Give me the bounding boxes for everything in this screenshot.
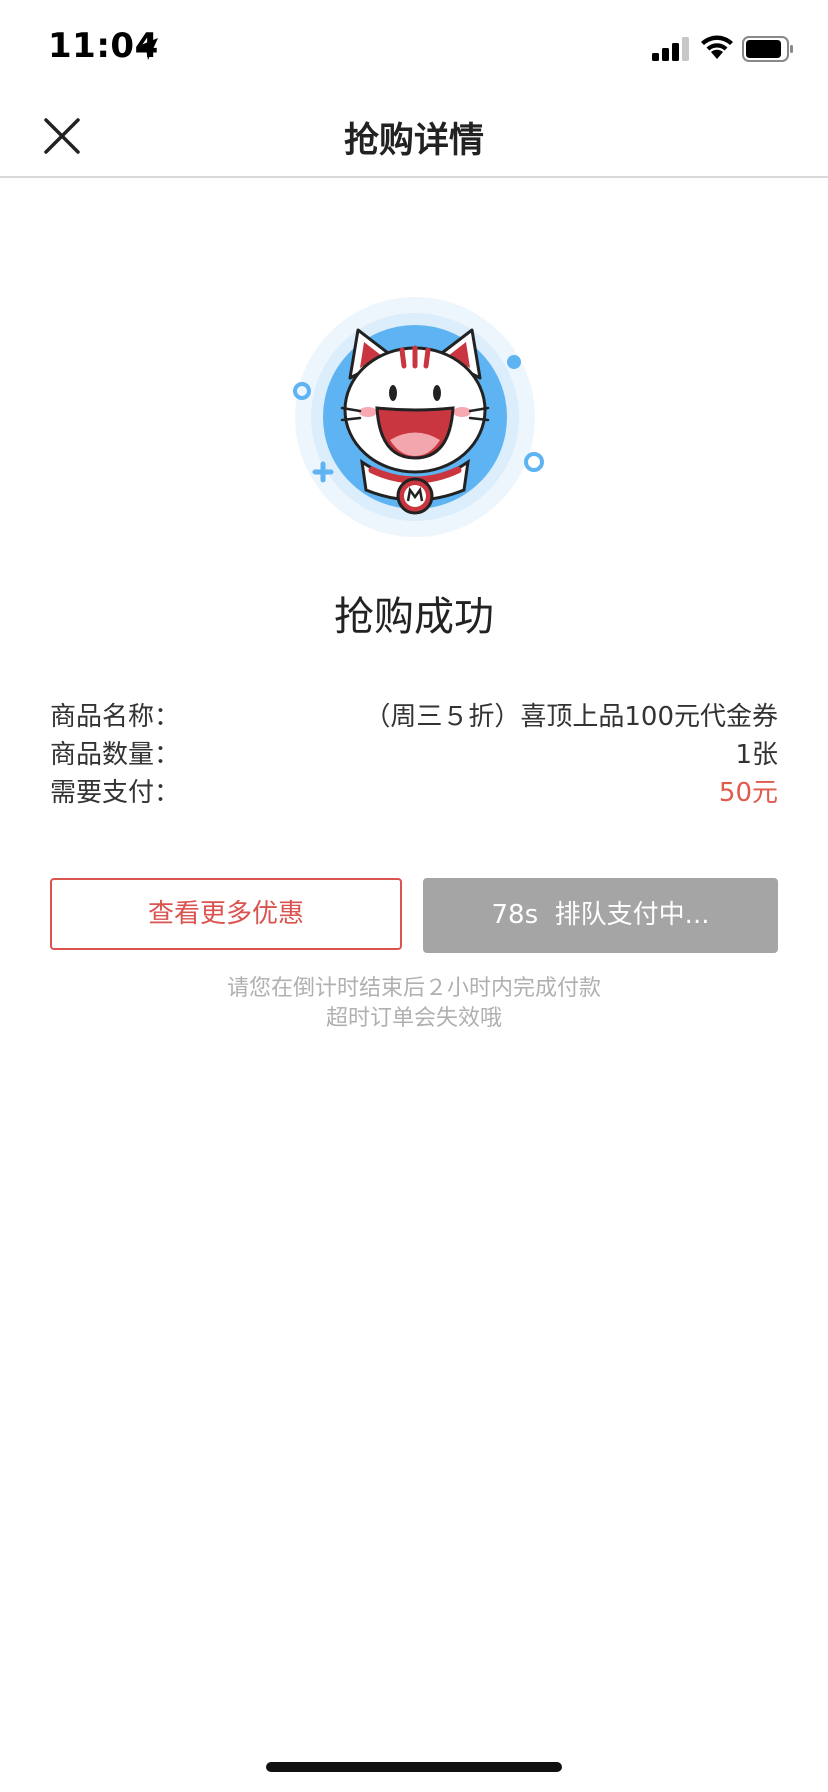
detail-row-quantity: 商品数量： 1张 bbox=[50, 734, 778, 772]
status-bar: 11:04 bbox=[0, 0, 828, 100]
nav-bar: 抢购详情 bbox=[0, 100, 828, 178]
more-offers-button[interactable]: 查看更多优惠 bbox=[50, 878, 402, 950]
payment-hint-line1: 请您在倒计时结束后２小时内完成付款 bbox=[226, 976, 601, 1001]
detail-label: 商品名称： bbox=[50, 702, 181, 732]
home-indicator[interactable] bbox=[266, 1762, 562, 1772]
detail-value: （周三５折）喜顶上品100元代金券 bbox=[364, 702, 778, 732]
wifi-icon bbox=[701, 35, 733, 59]
payment-hint: 请您在倒计时结束后２小时内完成付款 超时订单会失效哦 bbox=[0, 974, 828, 1034]
price-value: 50元 bbox=[718, 778, 778, 808]
location-arrow-icon bbox=[136, 38, 158, 60]
detail-label: 商品数量： bbox=[50, 740, 181, 770]
queue-pay-button[interactable]: 78s 排队支付中... bbox=[423, 878, 778, 953]
cellular-signal-icon bbox=[652, 37, 689, 61]
detail-label: 需要支付： bbox=[50, 778, 181, 808]
detail-row-payment: 需要支付： 50元 bbox=[50, 772, 778, 810]
detail-row-product-name: 商品名称： （周三５折）喜顶上品100元代金券 bbox=[50, 696, 778, 734]
cat-mascot-illustration bbox=[293, 297, 544, 537]
detail-value: 1张 bbox=[735, 740, 778, 770]
payment-hint-line2: 超时订单会失效哦 bbox=[325, 1006, 502, 1031]
result-title: 抢购成功 bbox=[334, 594, 494, 640]
battery-icon bbox=[742, 36, 793, 62]
page-title: 抢购详情 bbox=[343, 121, 484, 161]
